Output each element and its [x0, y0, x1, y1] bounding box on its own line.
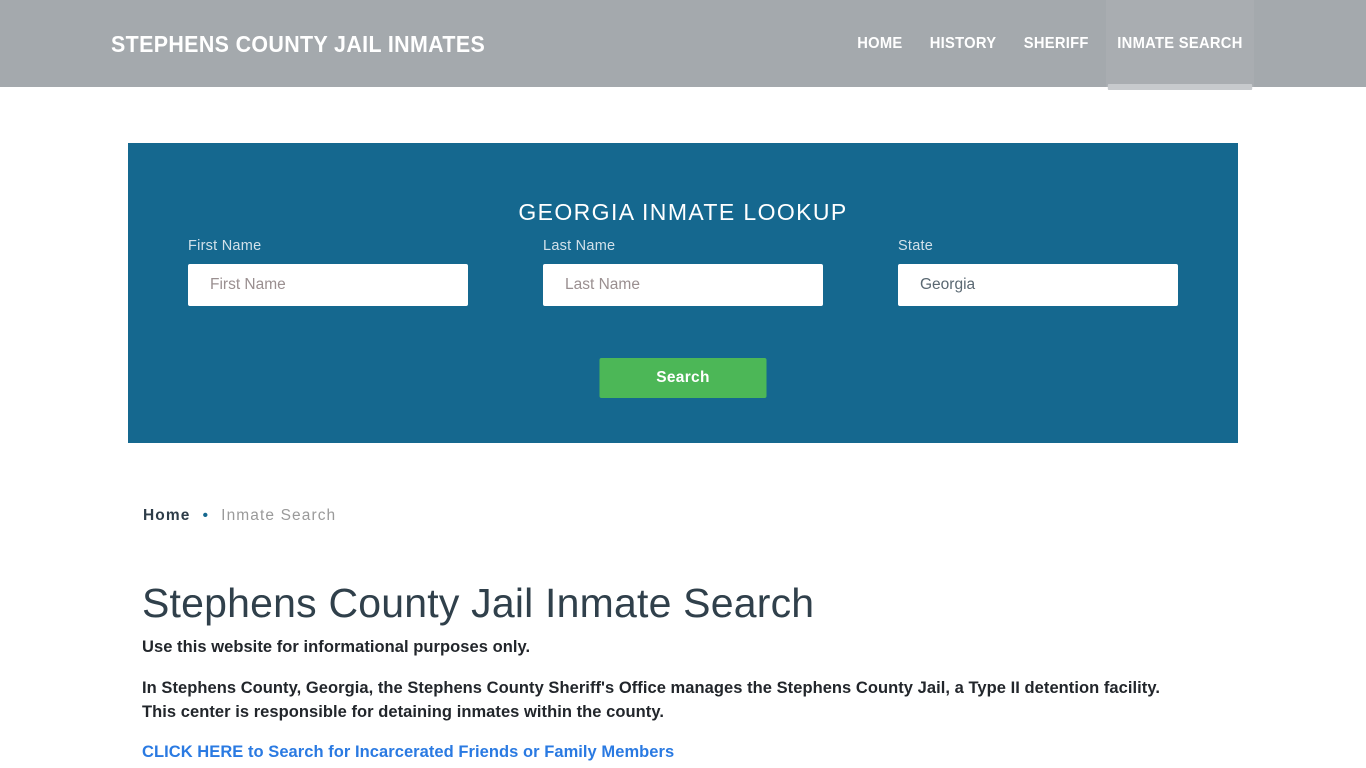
header-inner: Stephens County Jail Inmates Home Histor… [0, 0, 1366, 90]
search-cta-link[interactable]: CLICK HERE to Search for Incarcerated Fr… [142, 741, 674, 763]
lead-paragraph: Use this website for informational purpo… [142, 638, 531, 656]
lookup-panel-title: Georgia Inmate Lookup [518, 199, 848, 226]
breadcrumb: Home • Inmate Search [143, 506, 336, 526]
state-select-value: Georgia [920, 276, 976, 293]
body-paragraph: In Stephens County, Georgia, the Stephen… [142, 679, 1160, 721]
nav-item-history[interactable]: History [918, 0, 1007, 87]
nav-item-home[interactable]: Home [846, 0, 914, 87]
site-brand-title[interactable]: Stephens County Jail Inmates [111, 30, 485, 58]
main-navigation: Home History Sheriff Inmate Search [844, 0, 1258, 90]
inmate-lookup-panel: Georgia Inmate Lookup First Name Last Na… [128, 143, 1238, 443]
last-name-field-group: Last Name [543, 237, 823, 306]
state-select[interactable]: Georgia [898, 264, 1178, 306]
site-header: Stephens County Jail Inmates Home Histor… [0, 0, 1366, 90]
nav-item-inmate-search[interactable]: Inmate Search [1105, 0, 1255, 90]
first-name-input[interactable] [188, 264, 468, 306]
nav-item-sheriff[interactable]: Sheriff [1012, 0, 1100, 87]
first-name-field-group: First Name [188, 237, 468, 306]
state-label: State [898, 238, 934, 254]
state-field-group: State Georgia [898, 237, 1178, 306]
nav-active-underline [1107, 84, 1253, 90]
nav-item-inmate-search-label: Inmate Search [1117, 34, 1243, 52]
breadcrumb-home-link[interactable]: Home [143, 506, 190, 526]
last-name-input[interactable] [543, 264, 823, 306]
last-name-label: Last Name [543, 238, 616, 254]
breadcrumb-current-page: Inmate Search [221, 507, 337, 524]
first-name-label: First Name [188, 238, 262, 254]
search-button[interactable]: Search [599, 358, 767, 398]
breadcrumb-separator-icon: • [202, 507, 210, 524]
page-title: Stephens County Jail Inmate Search [142, 580, 815, 626]
